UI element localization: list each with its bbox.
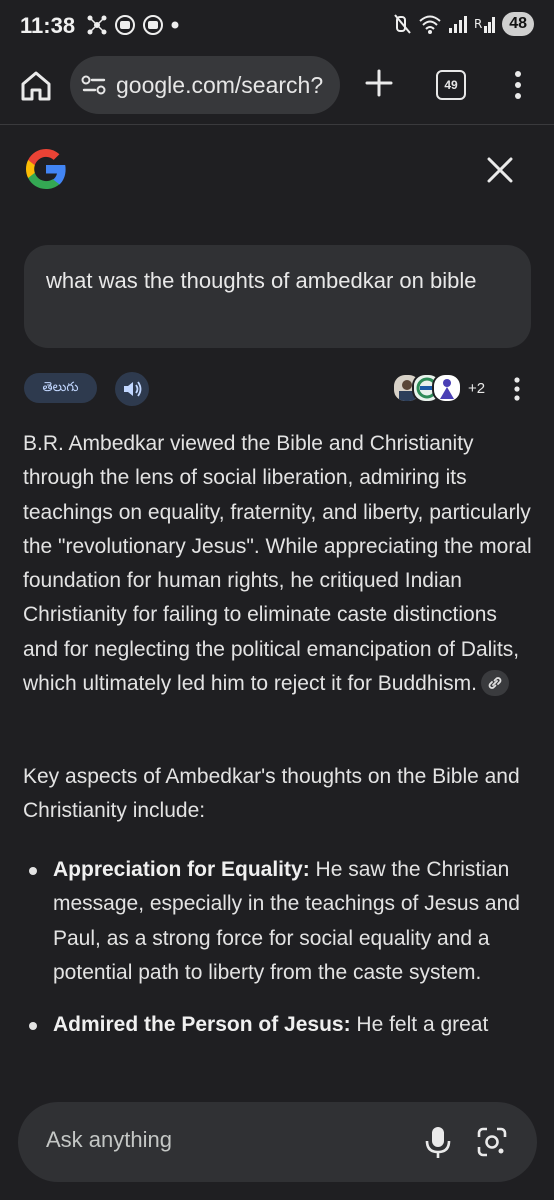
tab-count: 49 <box>444 78 458 92</box>
answer-bullet-list: Appreciation for Equality: He saw the Ch… <box>23 853 533 1060</box>
tabs-icon[interactable]: 49 <box>436 70 466 100</box>
more-vert-icon[interactable] <box>510 374 524 404</box>
signal-icon <box>449 16 468 33</box>
link-icon <box>488 676 502 689</box>
query-text: what was the thoughts of ambedkar on bib… <box>46 268 477 293</box>
plus-icon[interactable] <box>362 66 396 100</box>
site-settings-icon[interactable] <box>80 73 108 97</box>
notification-icon <box>143 15 163 35</box>
language-chip[interactable]: తెలుగు <box>24 373 97 403</box>
status-bar: 11:38 R 48 <box>0 0 554 50</box>
source-avatar[interactable] <box>432 373 462 403</box>
mic-icon[interactable] <box>422 1124 454 1160</box>
network-hub-icon <box>87 15 107 35</box>
speaker-icon <box>124 381 142 397</box>
status-right-icons: R 48 <box>394 12 534 36</box>
more-vert-icon[interactable] <box>508 68 528 102</box>
address-bar[interactable]: google.com/search? <box>70 56 340 114</box>
status-left-icons <box>86 14 180 36</box>
url-text[interactable]: google.com/search? <box>116 72 323 99</box>
answer-summary: B.R. Ambedkar viewed the Bible and Chris… <box>23 427 533 701</box>
dot-icon <box>171 21 179 29</box>
status-time: 11:38 <box>20 13 76 38</box>
bullet-title: Appreciation for Equality: <box>53 858 310 881</box>
list-item: Appreciation for Equality: He saw the Ch… <box>23 853 533 990</box>
sources-more-count[interactable]: +2 <box>468 380 485 397</box>
notification-icon <box>115 15 135 35</box>
source-avatars[interactable]: +2 <box>392 373 485 403</box>
query-bubble: what was the thoughts of ambedkar on bib… <box>24 245 531 348</box>
speak-button[interactable] <box>115 372 149 406</box>
answer-summary-text: B.R. Ambedkar viewed the Bible and Chris… <box>23 432 532 696</box>
battery-indicator: 48 <box>502 12 534 36</box>
language-chip-label: తెలుగు <box>42 380 79 395</box>
signal-r-icon: R <box>474 17 496 33</box>
google-g-logo <box>26 149 66 189</box>
home-icon[interactable] <box>18 68 54 104</box>
wifi-icon <box>419 15 441 34</box>
bullet-text: He felt a great <box>350 1013 489 1037</box>
bullet-dot <box>29 867 37 875</box>
bullet-title: Admired the Person of Jesus: <box>53 1013 351 1037</box>
list-item: Admired the Person of Jesus: He felt a g… <box>23 1008 533 1042</box>
ask-input-placeholder[interactable]: Ask anything <box>46 1127 172 1153</box>
svg-text:R: R <box>474 17 482 31</box>
bullet-dot <box>29 1022 37 1031</box>
close-icon[interactable] <box>484 154 516 186</box>
google-lens-icon[interactable] <box>476 1126 508 1158</box>
ask-input-bar[interactable]: Ask anything <box>18 1102 537 1182</box>
mute-icon <box>394 14 411 34</box>
browser-toolbar: google.com/search? 49 <box>0 50 554 125</box>
source-link-button[interactable] <box>481 669 510 696</box>
answer-intro: Key aspects of Ambedkar's thoughts on th… <box>23 765 520 823</box>
